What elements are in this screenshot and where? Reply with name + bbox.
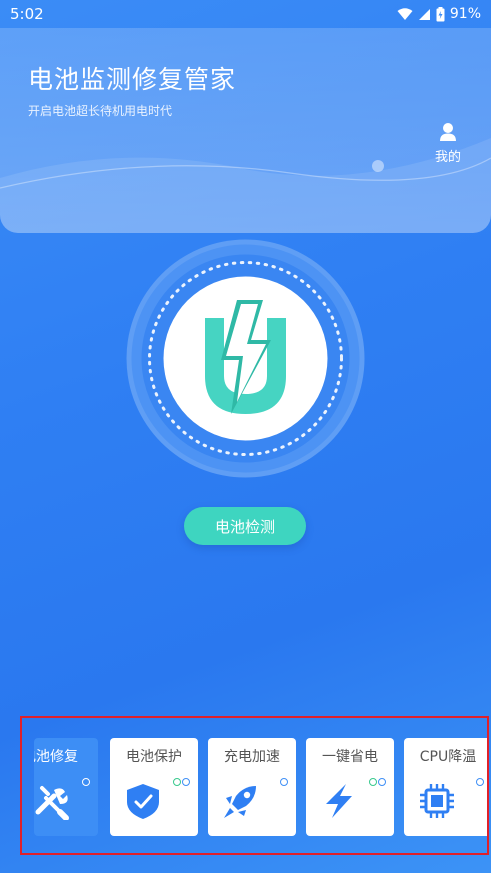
header-wave-decoration bbox=[0, 138, 491, 233]
status-dots bbox=[369, 778, 386, 786]
app-title: 电池监测修复管家 bbox=[28, 65, 237, 94]
tool-label: 一键省电 bbox=[322, 749, 378, 765]
status-dots bbox=[476, 778, 484, 786]
tool-card-battery-repair[interactable]: 电池修复 bbox=[34, 738, 98, 836]
tool-label: 电池保护 bbox=[126, 749, 182, 765]
signal-icon bbox=[418, 8, 430, 20]
status-dot bbox=[369, 778, 377, 786]
user-icon bbox=[440, 123, 456, 141]
battery-icon bbox=[436, 6, 445, 21]
tool-card-power-save[interactable]: 一键省电 bbox=[306, 738, 394, 836]
status-dot bbox=[280, 778, 288, 786]
cpu-chip-icon bbox=[420, 784, 454, 818]
rocket-icon bbox=[224, 786, 256, 818]
shield-check-icon bbox=[127, 784, 159, 819]
battery-detect-button[interactable]: 电池检测 bbox=[184, 507, 306, 545]
tool-card-battery-protect[interactable]: 电池保护 bbox=[110, 738, 198, 836]
tool-label: 电池修复 bbox=[34, 749, 78, 765]
status-dots bbox=[280, 778, 288, 786]
wrench-screwdriver-icon bbox=[35, 786, 69, 820]
tool-card-cpu-cool[interactable]: CPU降温 bbox=[404, 738, 487, 836]
status-time: 5:02 bbox=[10, 5, 44, 23]
header-card bbox=[0, 28, 491, 233]
status-dots bbox=[173, 778, 190, 786]
status-dot bbox=[378, 778, 386, 786]
app-subtitle: 开启电池超长待机用电时代 bbox=[28, 104, 173, 118]
mine-button[interactable]: 我的 bbox=[428, 122, 468, 165]
battery-dial bbox=[126, 239, 365, 478]
status-dot bbox=[182, 778, 190, 786]
status-dot bbox=[476, 778, 484, 786]
tool-label: 充电加速 bbox=[224, 749, 280, 765]
lightning-icon bbox=[326, 784, 352, 818]
status-dot bbox=[82, 778, 90, 786]
status-dots bbox=[82, 778, 90, 786]
mine-label: 我的 bbox=[434, 150, 461, 165]
tool-label: CPU降温 bbox=[419, 749, 477, 765]
status-icons: 91% bbox=[397, 6, 481, 22]
wifi-icon bbox=[397, 7, 413, 20]
tool-strip[interactable]: 电池修复 电池保护 充电加速 bbox=[20, 716, 489, 855]
status-dot bbox=[173, 778, 181, 786]
status-bar: 5:02 91% bbox=[0, 0, 491, 28]
tool-card-charge-boost[interactable]: 充电加速 bbox=[208, 738, 296, 836]
battery-percent: 91% bbox=[449, 6, 481, 22]
